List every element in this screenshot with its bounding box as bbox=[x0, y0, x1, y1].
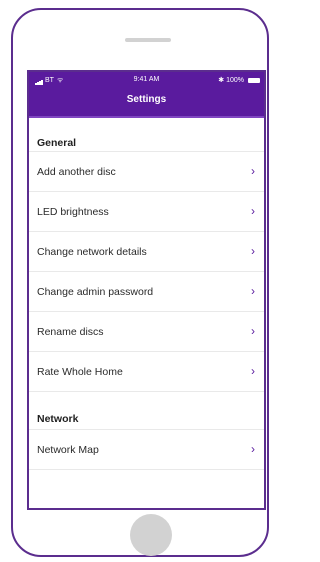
status-bar: BT ᯤ 9:41 AM ✱ 100% bbox=[29, 72, 264, 88]
settings-item-change-admin-password[interactable]: Change admin password › bbox=[29, 272, 264, 312]
settings-item-label: Change admin password bbox=[37, 286, 154, 298]
settings-item-rename-discs[interactable]: Rename discs › bbox=[29, 312, 264, 352]
bluetooth-icon: ✱ bbox=[218, 77, 225, 84]
settings-item-network-map[interactable]: Network Map › bbox=[29, 430, 264, 470]
speaker-grille bbox=[125, 38, 171, 42]
chevron-right-icon: › bbox=[251, 324, 255, 338]
settings-item-label: Change network details bbox=[37, 246, 147, 258]
settings-item-label: LED brightness bbox=[37, 206, 109, 218]
phone-frame: BT ᯤ 9:41 AM ✱ 100% Settings General Add … bbox=[11, 8, 269, 557]
settings-item-rate-whole-home[interactable]: Rate Whole Home › bbox=[29, 352, 264, 392]
app-screen: BT ᯤ 9:41 AM ✱ 100% Settings General Add … bbox=[27, 70, 266, 510]
settings-item-label: Rename discs bbox=[37, 326, 104, 338]
chevron-right-icon: › bbox=[251, 204, 255, 218]
chevron-right-icon: › bbox=[251, 284, 255, 298]
settings-list: General Add another disc › LED brightnes… bbox=[29, 118, 264, 470]
chevron-right-icon: › bbox=[251, 442, 255, 456]
settings-item-label: Network Map bbox=[37, 444, 99, 456]
chevron-right-icon: › bbox=[251, 364, 255, 378]
settings-item-change-network-details[interactable]: Change network details › bbox=[29, 232, 264, 272]
page-title: Settings bbox=[126, 94, 167, 105]
section-header-network: Network bbox=[29, 392, 264, 430]
chevron-right-icon: › bbox=[251, 244, 255, 258]
chevron-right-icon: › bbox=[251, 164, 255, 178]
battery-percent: 100% bbox=[226, 76, 244, 84]
nav-bar: Settings bbox=[29, 88, 264, 118]
battery-icon bbox=[248, 77, 260, 83]
status-right: ✱ 100% bbox=[218, 76, 260, 84]
settings-item-add-another-disc[interactable]: Add another disc › bbox=[29, 152, 264, 192]
settings-item-led-brightness[interactable]: LED brightness › bbox=[29, 192, 264, 232]
settings-item-label: Rate Whole Home bbox=[37, 366, 123, 378]
settings-item-label: Add another disc bbox=[37, 166, 116, 178]
section-header-general: General bbox=[29, 118, 264, 152]
home-button[interactable] bbox=[130, 514, 172, 556]
